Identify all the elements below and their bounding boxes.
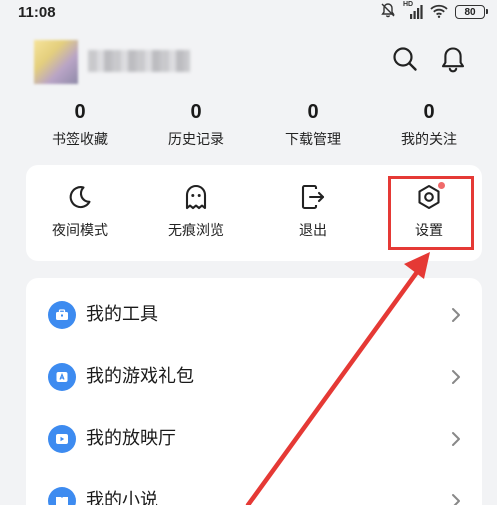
stat-history[interactable]: 0 历史记录 — [136, 100, 256, 150]
toolbox-icon — [48, 301, 76, 329]
menu-list-card: 我的工具 我的游戏礼包 我的放映厅 我的小说 — [26, 278, 482, 505]
menu-item-label: 我的放映厅 — [86, 428, 176, 449]
action-label: 退出 — [299, 223, 327, 239]
stat-value: 0 — [74, 101, 86, 123]
menu-item-game-gifts[interactable]: 我的游戏礼包 — [26, 346, 482, 402]
signal-icon: HD — [403, 1, 423, 20]
stat-bookmarks[interactable]: 0 书签收藏 — [20, 100, 140, 150]
menu-item-label: 我的工具 — [86, 304, 158, 325]
menu-item-label: 我的小说 — [86, 490, 158, 505]
battery-indicator: 80 — [455, 5, 488, 19]
menu-item-theater[interactable]: 我的放映厅 — [26, 408, 482, 464]
stat-following[interactable]: 0 我的关注 — [369, 100, 489, 150]
username-blurred[interactable] — [88, 50, 190, 72]
action-label: 无痕浏览 — [168, 223, 224, 239]
menu-item-tools[interactable]: 我的工具 — [26, 284, 482, 340]
menu-item-novels[interactable]: 我的小说 — [26, 470, 482, 505]
ghost-icon — [182, 183, 210, 211]
chevron-right-icon — [452, 494, 460, 505]
stat-value: 0 — [307, 101, 319, 123]
play-icon — [48, 425, 76, 453]
stat-label: 书签收藏 — [52, 132, 108, 148]
profile-header — [0, 36, 497, 86]
stat-value: 0 — [190, 101, 202, 123]
stat-label: 历史记录 — [168, 132, 224, 148]
search-button[interactable] — [390, 44, 420, 74]
search-icon — [393, 47, 417, 71]
stat-downloads[interactable]: 0 下载管理 — [253, 100, 373, 150]
chevron-right-icon — [452, 370, 460, 384]
status-icons: HD 80 — [380, 1, 488, 22]
night-mode-button[interactable]: 夜间模式 — [30, 183, 130, 241]
gift-icon — [48, 363, 76, 391]
exit-icon — [299, 183, 327, 211]
stats-row: 0 书签收藏 0 历史记录 0 下载管理 0 我的关注 — [0, 100, 497, 150]
stat-value: 0 — [423, 101, 435, 123]
moon-icon — [66, 183, 94, 211]
status-time: 11:08 — [18, 3, 56, 21]
chevron-right-icon — [452, 432, 460, 446]
action-label: 夜间模式 — [52, 223, 108, 239]
stat-label: 下载管理 — [285, 132, 341, 148]
stat-label: 我的关注 — [401, 132, 457, 148]
incognito-button[interactable]: 无痕浏览 — [146, 183, 246, 241]
mute-bell-icon — [380, 2, 396, 22]
avatar[interactable] — [34, 40, 78, 84]
menu-item-label: 我的游戏礼包 — [86, 366, 194, 387]
book-icon — [48, 487, 76, 505]
notification-button[interactable] — [438, 44, 468, 74]
logout-button[interactable]: 退出 — [263, 183, 363, 241]
wifi-icon — [430, 3, 448, 22]
status-bar: 11:08 HD 80 — [0, 0, 497, 24]
bell-icon — [441, 47, 465, 73]
settings-highlight-box — [388, 176, 474, 250]
chevron-right-icon — [452, 308, 460, 322]
